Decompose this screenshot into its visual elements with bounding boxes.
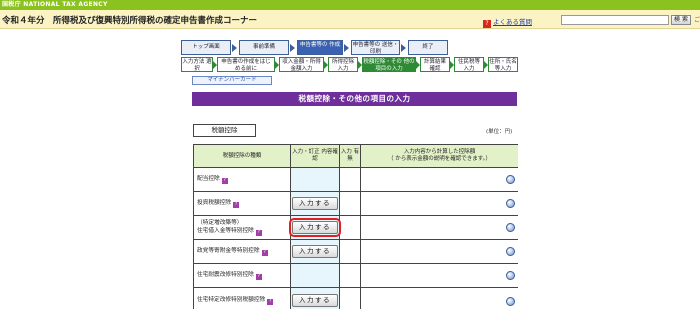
substep-income[interactable]: 収入金額・所得 金額入力 bbox=[279, 57, 324, 72]
header-amount: 入力内容から計算した控除額 （ から表示金額の説明を確認できます。） bbox=[361, 145, 518, 168]
input-button-housing-loan[interactable]: 入力する bbox=[289, 218, 341, 237]
step-arrow bbox=[290, 44, 295, 52]
row-housing-loan-label1: （特定増改築等） bbox=[197, 220, 243, 226]
row-investment-label: 投資税額控除 bbox=[197, 200, 232, 206]
step-top[interactable]: トップ画面 bbox=[181, 40, 231, 55]
row-donation-name: 政党等寄附金等特別控除? bbox=[194, 240, 291, 264]
step-arrow bbox=[401, 44, 406, 52]
info-icon[interactable] bbox=[506, 247, 515, 256]
header-has: 入力 有無 bbox=[340, 145, 361, 168]
row-dividend-amount bbox=[361, 168, 518, 192]
header-edit: 入力・訂正 内容確認 bbox=[291, 145, 340, 168]
agency-bar: 国税庁 NATIONAL TAX AGENCY bbox=[0, 0, 700, 10]
info-icon[interactable] bbox=[506, 175, 515, 184]
faq-link[interactable]: ? よくある質問 bbox=[483, 16, 532, 28]
page-title: 令和４年分 所得税及び復興特別所得税の確定申告書作成コーナー bbox=[2, 16, 258, 26]
substep-method[interactable]: 入力方法 選択 bbox=[181, 57, 213, 72]
step-end: 終了 bbox=[408, 40, 448, 55]
step-prep[interactable]: 事前準備 bbox=[239, 40, 289, 55]
input-button-donation[interactable]: 入力する bbox=[292, 245, 338, 258]
row-donation-amount bbox=[361, 240, 518, 264]
row-donation-has bbox=[340, 240, 361, 264]
help-icon[interactable]: ? bbox=[233, 202, 240, 208]
faq-label: よくある質問 bbox=[493, 18, 532, 26]
tax-credit-table: 税額控除の種類 入力・訂正 内容確認 入力 有無 入力内容から計算した控除額 （… bbox=[193, 144, 518, 309]
substep-deduction[interactable]: 所得控除 入力 bbox=[328, 57, 358, 72]
row-investment-edit: 入力する bbox=[291, 192, 340, 216]
row-housing-loan-amount bbox=[361, 216, 518, 240]
row-investment-amount bbox=[361, 192, 518, 216]
row-renovation-label: 住宅特定改修特別税額控除 bbox=[197, 297, 266, 303]
substep-result: 計算結果 確認 bbox=[420, 57, 450, 72]
step-arrow bbox=[344, 44, 349, 52]
tab-tax-credit[interactable]: 税額控除 bbox=[193, 124, 256, 137]
row-donation-label: 政党等寄附金等特別控除 bbox=[197, 248, 260, 254]
header-amount-line1: 入力内容から計算した控除額 bbox=[403, 149, 476, 155]
row-seismic-label: 住宅耐震改修特別控除 bbox=[197, 272, 254, 278]
substep-tax-credit: 税額控除・その 他の項目の入力 bbox=[362, 57, 416, 72]
help-link[interactable]: ご利 bbox=[694, 15, 700, 24]
search-input[interactable] bbox=[561, 15, 669, 25]
step-send-print: 申告書等の 送信・印刷 bbox=[351, 40, 400, 55]
section-title: 税額控除・その他の項目の入力 bbox=[192, 92, 517, 106]
row-housing-loan-has bbox=[340, 216, 361, 240]
row-investment-has bbox=[340, 192, 361, 216]
row-seismic-name: 住宅耐震改修特別控除? bbox=[194, 264, 291, 288]
substep-resident-tax: 住民税等 入力 bbox=[454, 57, 484, 72]
row-housing-loan-label2: 住宅借入金等特別控除 bbox=[197, 227, 254, 234]
help-icon[interactable]: ? bbox=[267, 299, 274, 305]
row-housing-loan-name: （特定増改築等） 住宅借入金等特別控除? bbox=[194, 216, 291, 240]
help-icon[interactable]: ? bbox=[261, 250, 268, 256]
help-icon[interactable]: ? bbox=[255, 229, 262, 236]
row-housing-loan-edit: 入力する bbox=[289, 216, 341, 240]
row-donation-edit: 入力する bbox=[291, 240, 340, 264]
unit-label: (単位：円) bbox=[486, 129, 513, 135]
step-create: 申告書等の 作成 bbox=[297, 40, 343, 55]
help-icon[interactable]: ? bbox=[255, 274, 262, 280]
row-seismic-amount bbox=[361, 264, 518, 288]
row-dividend-has bbox=[340, 168, 361, 192]
row-renovation-amount bbox=[361, 288, 518, 309]
info-icon[interactable] bbox=[506, 223, 515, 232]
input-button-investment[interactable]: 入力する bbox=[292, 197, 338, 210]
row-dividend-label: 配当控除 bbox=[197, 176, 220, 182]
question-icon: ? bbox=[483, 20, 491, 28]
step-arrow bbox=[232, 44, 237, 52]
info-icon[interactable] bbox=[506, 297, 515, 306]
info-icon[interactable] bbox=[506, 271, 515, 280]
title-bar: 令和４年分 所得税及び復興特別所得税の確定申告書作成コーナー ? よくある質問 検… bbox=[0, 10, 700, 29]
row-seismic-has bbox=[340, 264, 361, 288]
header-type: 税額控除の種類 bbox=[194, 145, 291, 168]
info-icon[interactable] bbox=[506, 199, 515, 208]
row-renovation-name: 住宅特定改修特別税額控除? bbox=[194, 288, 291, 309]
row-dividend-edit bbox=[291, 168, 340, 192]
row-renovation-has bbox=[340, 288, 361, 309]
row-seismic-edit bbox=[291, 264, 340, 288]
help-icon[interactable]: ? bbox=[221, 178, 228, 184]
row-renovation-edit: 入力する bbox=[291, 288, 340, 309]
row-investment-name: 投資税額控除? bbox=[194, 192, 291, 216]
row-dividend-name: 配当控除? bbox=[194, 168, 291, 192]
header-amount-line2: （ から表示金額の説明を確認できます。） bbox=[388, 156, 491, 162]
substep-before[interactable]: 申告書の作成をはじ める前に bbox=[217, 57, 275, 72]
mynumber-card-button[interactable]: マイナンバーカード bbox=[192, 76, 272, 85]
substep-address: 住所・氏名 等入力 bbox=[488, 57, 518, 72]
input-button-renovation[interactable]: 入力する bbox=[292, 294, 338, 307]
search-button[interactable]: 検 索 bbox=[671, 15, 691, 25]
